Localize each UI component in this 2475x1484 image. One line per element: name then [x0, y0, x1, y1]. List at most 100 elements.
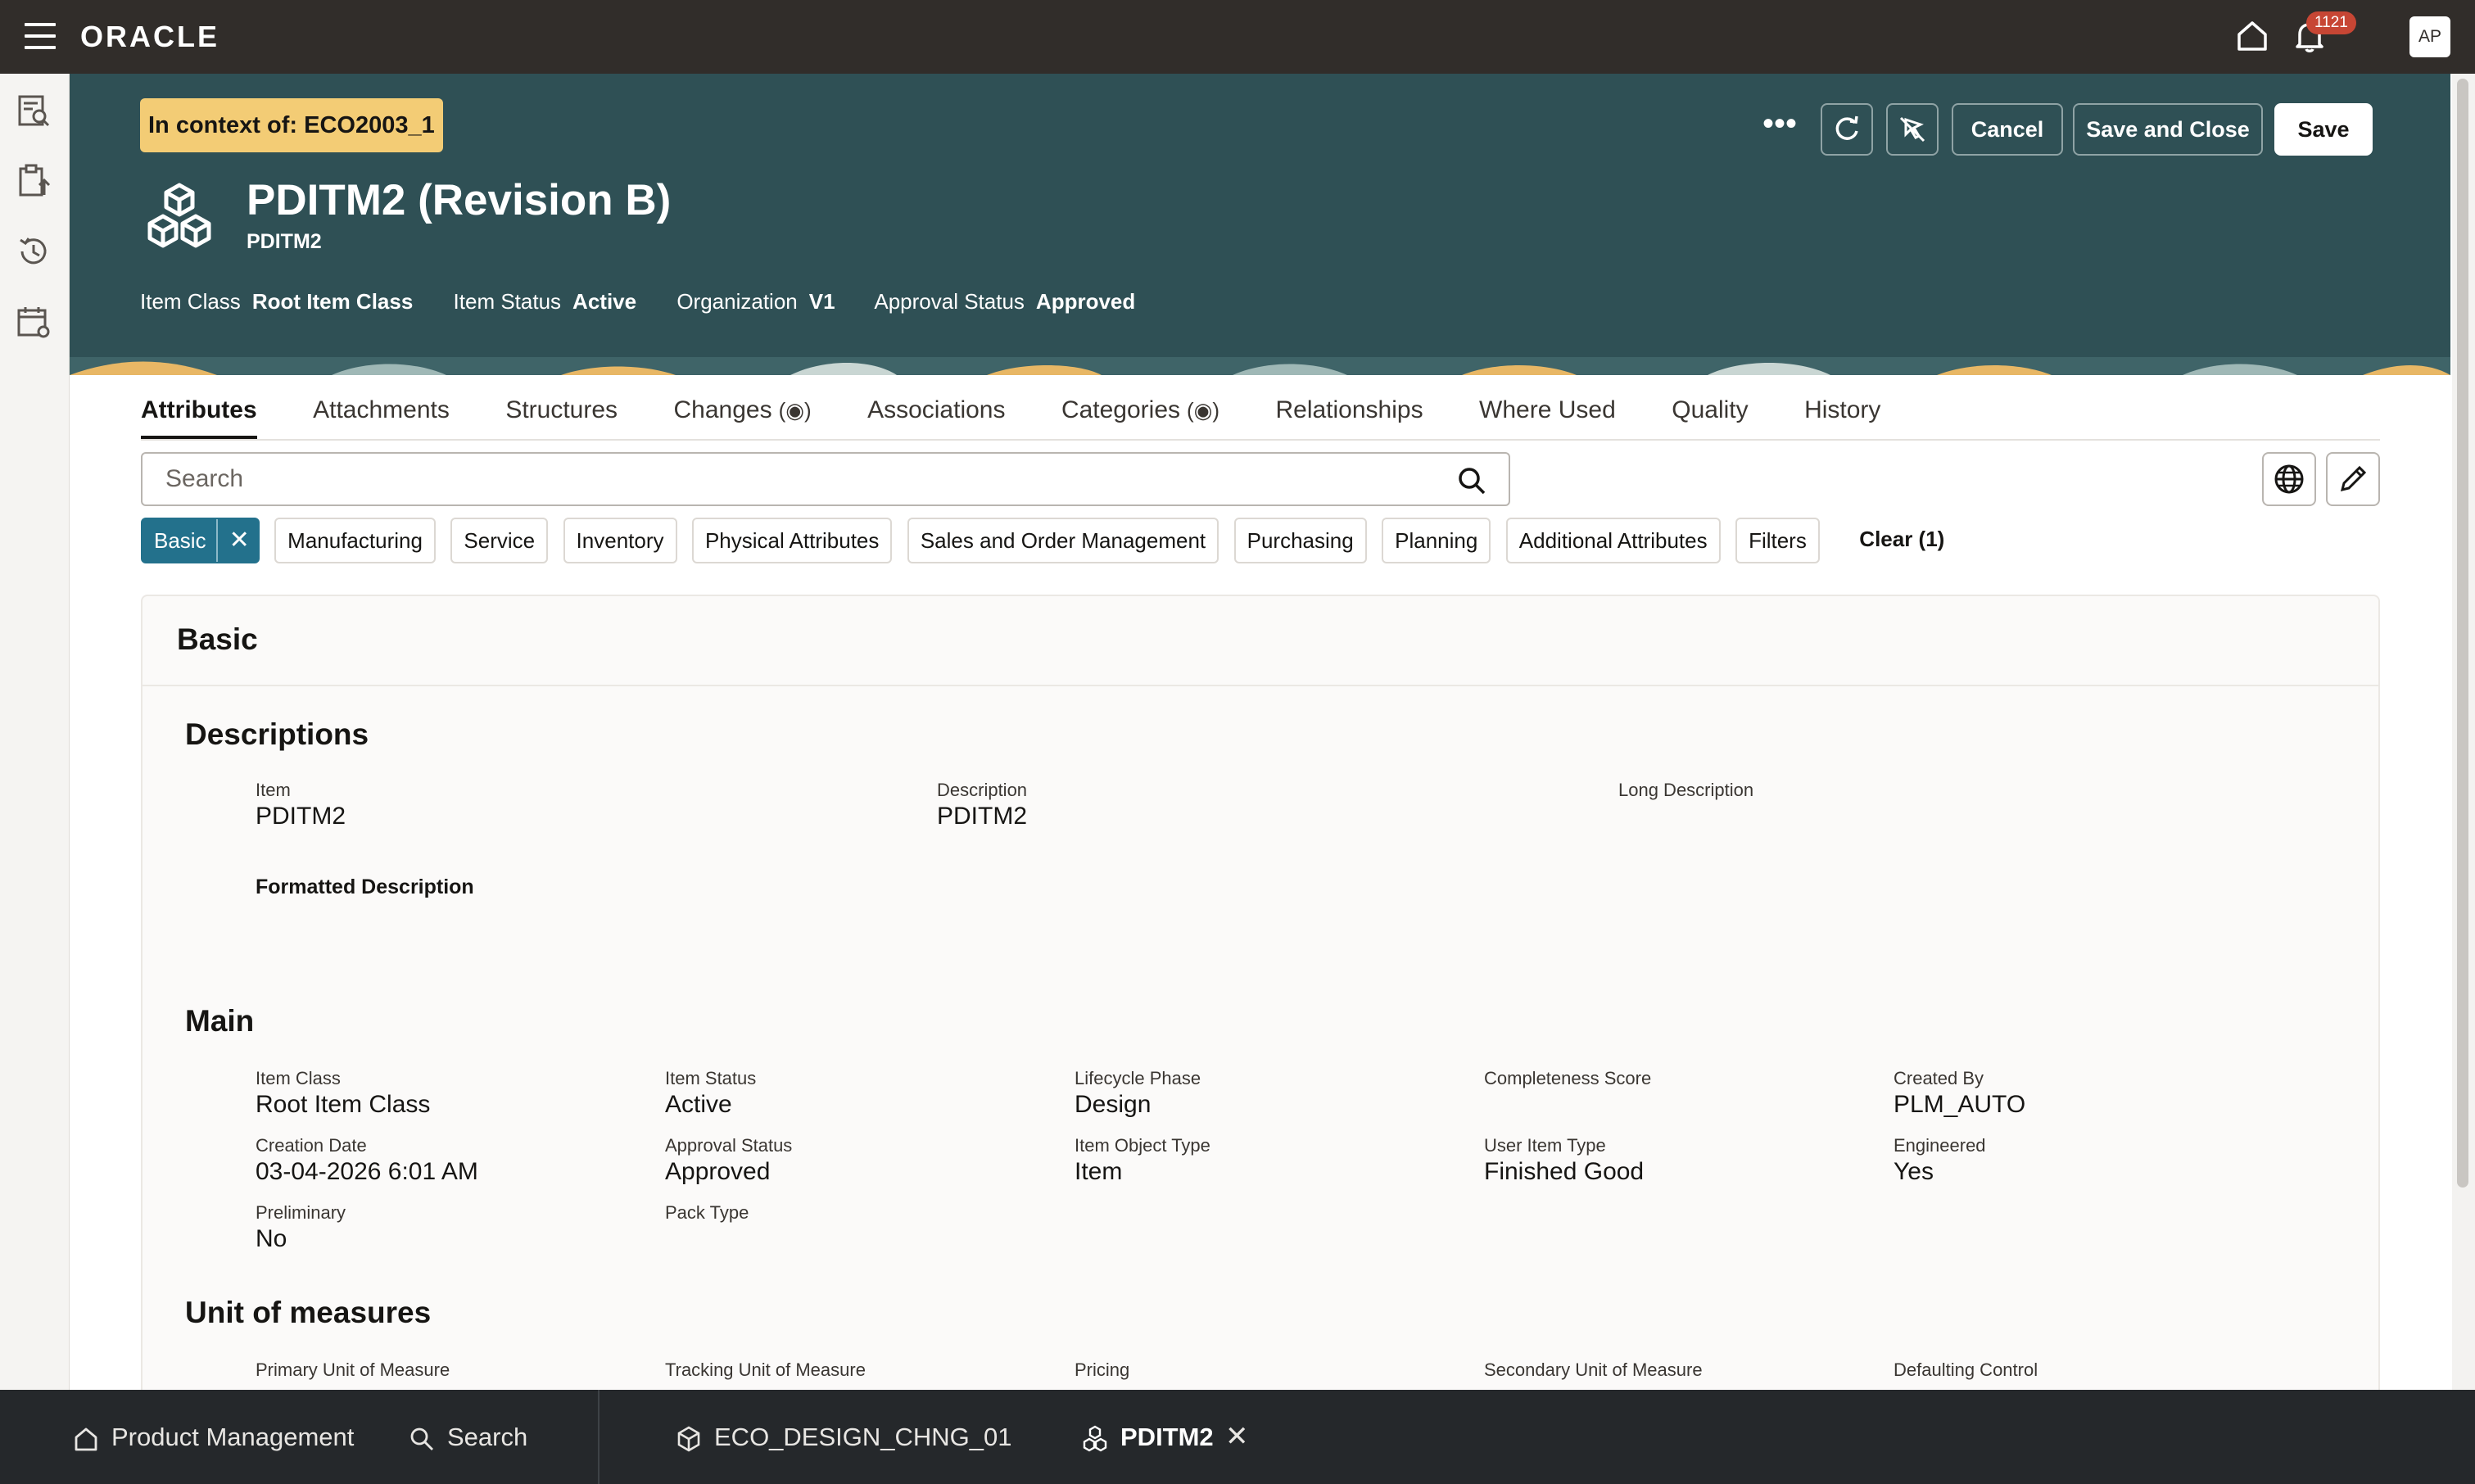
- chip-additional-attributes[interactable]: Additional Attributes: [1505, 518, 1721, 563]
- chip-planning[interactable]: Planning: [1382, 518, 1491, 563]
- field-label: Long Description: [1618, 780, 1754, 800]
- pencil-icon: [2340, 465, 2367, 492]
- more-actions-button[interactable]: •••: [1755, 103, 1804, 156]
- field-value: Design: [1075, 1091, 1152, 1118]
- tab-structures[interactable]: Structures: [505, 385, 618, 436]
- field-item-object-type: Item Object Type Item: [1075, 1135, 1210, 1188]
- refresh-button[interactable]: [1821, 103, 1873, 156]
- field-label: Engineered: [1894, 1135, 1986, 1156]
- chip-purchasing[interactable]: Purchasing: [1233, 518, 1367, 563]
- page-subtitle: PDITM2: [247, 230, 322, 253]
- dock-divider: [598, 1390, 600, 1484]
- tab-attachments[interactable]: Attachments: [313, 385, 450, 436]
- field-value: No: [256, 1225, 287, 1252]
- tab-changes[interactable]: Changes (◉): [674, 385, 812, 436]
- tab-label: Quality: [1672, 396, 1749, 423]
- vertical-scrollbar[interactable]: [2452, 74, 2475, 1390]
- tab-categories[interactable]: Categories (◉): [1061, 385, 1219, 436]
- meta-label: Organization: [676, 289, 798, 314]
- save-button[interactable]: Save: [2274, 103, 2373, 156]
- scrollbar-thumb[interactable]: [2457, 79, 2468, 1188]
- search-icon[interactable]: [1456, 465, 1487, 496]
- history-icon[interactable]: [15, 233, 52, 270]
- tab-label: Changes: [673, 396, 772, 423]
- field-approval-status: Approval Status Approved: [665, 1135, 792, 1188]
- field-item: Item PDITM2: [256, 780, 346, 832]
- tab-label: Structures: [505, 396, 618, 423]
- attribute-search-input[interactable]: Search: [141, 452, 1510, 506]
- clipboard-upload-icon[interactable]: [15, 162, 52, 200]
- decorative-banner: [70, 357, 2450, 375]
- user-avatar[interactable]: AP: [2409, 16, 2450, 57]
- field-description: Description PDITM2: [937, 780, 1027, 832]
- search-icon: [410, 1427, 433, 1450]
- tab-label: Attachments: [313, 396, 450, 423]
- field-formatted-description: Formatted Description: [256, 876, 474, 898]
- dock-label: PDITM2: [1120, 1423, 1214, 1451]
- chip-filters[interactable]: Filters: [1735, 518, 1820, 563]
- save-and-close-button[interactable]: Save and Close: [2073, 103, 2263, 156]
- field-label: Preliminary: [256, 1202, 346, 1223]
- translations-button[interactable]: [2262, 452, 2316, 506]
- field-value: Approved: [665, 1158, 771, 1185]
- chip-service[interactable]: Service: [450, 518, 549, 563]
- chip-manufacturing[interactable]: Manufacturing: [274, 518, 436, 563]
- tab-label: Associations: [867, 396, 1006, 423]
- dock-label: ECO_DESIGN_CHNG_01: [714, 1423, 1012, 1451]
- dock-tab-eco[interactable]: ECO_DESIGN_CHNG_01: [675, 1390, 1012, 1484]
- field-lifecycle-phase: Lifecycle Phase Design: [1075, 1068, 1201, 1120]
- refresh-icon: [1835, 115, 1858, 140]
- meta-value: Root Item Class: [251, 289, 414, 314]
- field-user-item-type: User Item Type Finished Good: [1484, 1135, 1644, 1188]
- tab-label: Attributes: [141, 396, 257, 423]
- oracle-logo[interactable]: ORACLE: [80, 16, 219, 57]
- tab-attributes[interactable]: Attributes: [141, 385, 257, 440]
- tab-relationships[interactable]: Relationships: [1275, 385, 1423, 436]
- dock-tab-pditm2[interactable]: PDITM2: [1081, 1390, 1214, 1484]
- field-tracking-uom: Tracking Unit of Measure: [665, 1360, 866, 1381]
- field-value: Root Item Class: [256, 1091, 431, 1118]
- home-icon: [75, 1427, 97, 1451]
- field-label: Completeness Score: [1484, 1068, 1652, 1088]
- tab-label: Relationships: [1275, 396, 1423, 423]
- field-value: 03-04-2026 6:01 AM: [256, 1158, 478, 1185]
- meta-value: V1: [808, 289, 835, 314]
- tab-label: History: [1804, 396, 1881, 423]
- meta-label: Item Status: [453, 289, 562, 314]
- field-label: User Item Type: [1484, 1135, 1606, 1156]
- dock-product-management[interactable]: Product Management: [72, 1390, 354, 1484]
- home-icon[interactable]: [2233, 16, 2272, 56]
- chip-sales-order-management[interactable]: Sales and Order Management: [907, 518, 1219, 563]
- field-label: Formatted Description: [256, 875, 474, 898]
- chip-inventory[interactable]: Inventory: [563, 518, 677, 563]
- clear-filters-button[interactable]: Clear (1): [1848, 518, 1957, 563]
- changes-indicator-icon: (◉): [778, 398, 812, 423]
- close-tab-icon[interactable]: ✕: [1225, 1390, 1249, 1484]
- field-label: Approval Status: [665, 1135, 793, 1156]
- tab-history[interactable]: History: [1804, 385, 1880, 436]
- chip-basic-selected[interactable]: Basic ✕: [141, 518, 260, 563]
- change-context-badge: In context of: ECO2003_1: [140, 98, 443, 152]
- card-header: Basic: [143, 596, 2378, 686]
- globe-icon: [2274, 464, 2304, 494]
- calendar-settings-icon[interactable]: [15, 303, 52, 341]
- tab-quality[interactable]: Quality: [1672, 385, 1748, 436]
- field-secondary-uom: Secondary Unit of Measure: [1484, 1360, 1703, 1381]
- dock-search[interactable]: Search: [408, 1390, 527, 1484]
- field-created-by: Created By PLM_AUTO: [1894, 1068, 2025, 1120]
- field-primary-uom: Primary Unit of Measure: [256, 1360, 450, 1381]
- edit-button[interactable]: [2326, 452, 2380, 506]
- tab-label: Categories: [1061, 396, 1181, 423]
- search-list-icon[interactable]: [15, 92, 52, 129]
- remove-filter-icon[interactable]: ✕: [215, 519, 250, 562]
- cancel-button[interactable]: Cancel: [1952, 103, 2063, 156]
- chip-physical-attributes[interactable]: Physical Attributes: [691, 518, 893, 563]
- menu-icon[interactable]: [25, 23, 56, 49]
- tab-associations[interactable]: Associations: [867, 385, 1005, 436]
- field-value: PDITM2: [256, 803, 346, 830]
- field-label: Primary Unit of Measure: [256, 1360, 450, 1380]
- tab-where-used[interactable]: Where Used: [1479, 385, 1616, 436]
- clear-pointer-button[interactable]: [1886, 103, 1939, 156]
- field-creation-date: Creation Date 03-04-2026 6:01 AM: [256, 1135, 478, 1188]
- categories-indicator-icon: (◉): [1187, 398, 1220, 423]
